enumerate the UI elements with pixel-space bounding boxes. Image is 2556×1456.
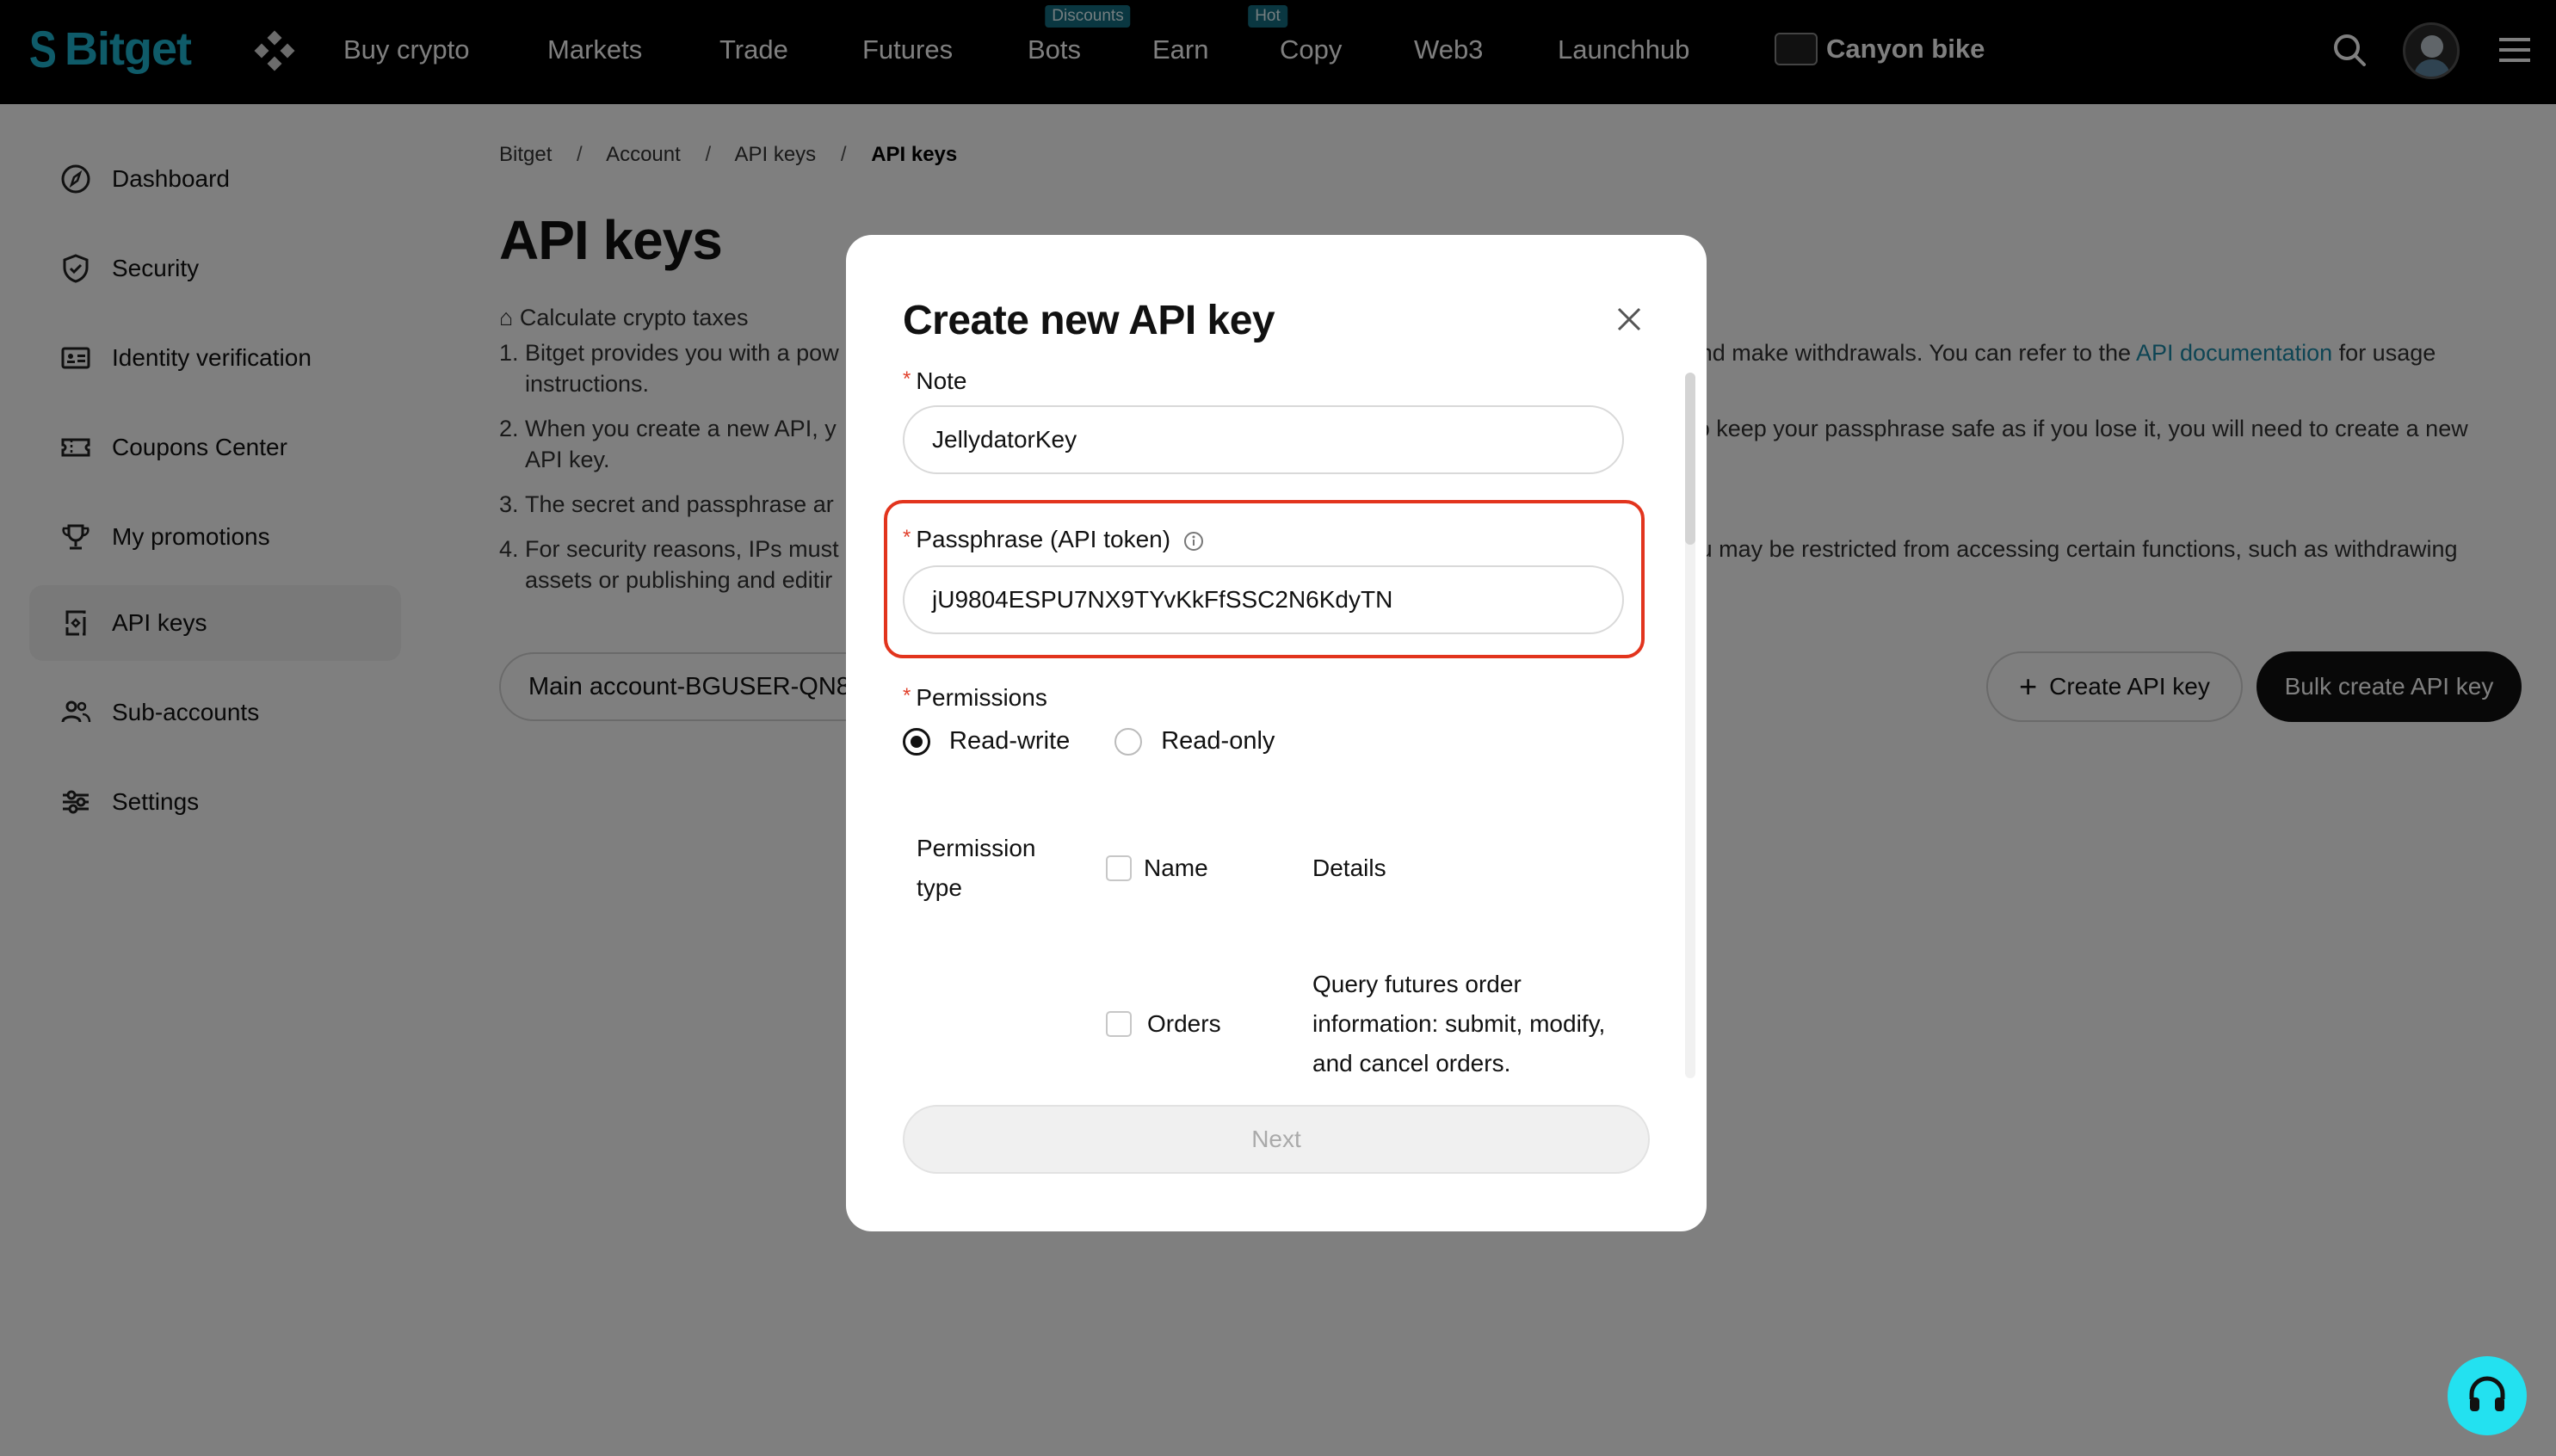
orders-name: Orders [1147, 1010, 1221, 1037]
read-only-radio[interactable] [1114, 727, 1143, 756]
permission-radio-group: Read-write Read-only [903, 727, 1319, 756]
create-api-key-modal: Create new API key * Note JellydatorKey *… [846, 235, 1707, 1231]
name-header: Name [1144, 854, 1208, 881]
orders-details: Query futures order information: submit,… [1312, 971, 1606, 1077]
modal-scrollbar[interactable] [1685, 373, 1695, 1078]
read-only-label[interactable]: Read-only [1161, 727, 1275, 756]
orders-checkbox[interactable] [1106, 1011, 1132, 1037]
read-write-label[interactable]: Read-write [949, 727, 1070, 756]
read-write-radio[interactable] [903, 727, 930, 756]
permissions-label: * Permissions [903, 684, 1047, 711]
details-header: Details [1312, 854, 1386, 881]
info-icon[interactable] [1182, 530, 1205, 552]
select-all-checkbox[interactable] [1106, 855, 1132, 881]
note-label: * Note [903, 367, 967, 394]
modal-form: * Note JellydatorKey * Passphrase (API tok… [846, 355, 1707, 1087]
passphrase-label: * Passphrase (API token) [903, 526, 1205, 553]
support-button[interactable] [2448, 1356, 2527, 1435]
close-icon[interactable] [1610, 300, 1648, 338]
permission-type-header: Permission type [917, 835, 1036, 901]
passphrase-input[interactable]: jU9804ESPU7NX9TYvKkFfSSC2N6KdyTN [903, 565, 1624, 634]
scrollbar-thumb[interactable] [1685, 373, 1695, 545]
headset-icon [2469, 1376, 2505, 1411]
note-input[interactable]: JellydatorKey [903, 405, 1624, 474]
next-button[interactable]: Next [903, 1105, 1650, 1174]
modal-title: Create new API key [903, 298, 1275, 343]
